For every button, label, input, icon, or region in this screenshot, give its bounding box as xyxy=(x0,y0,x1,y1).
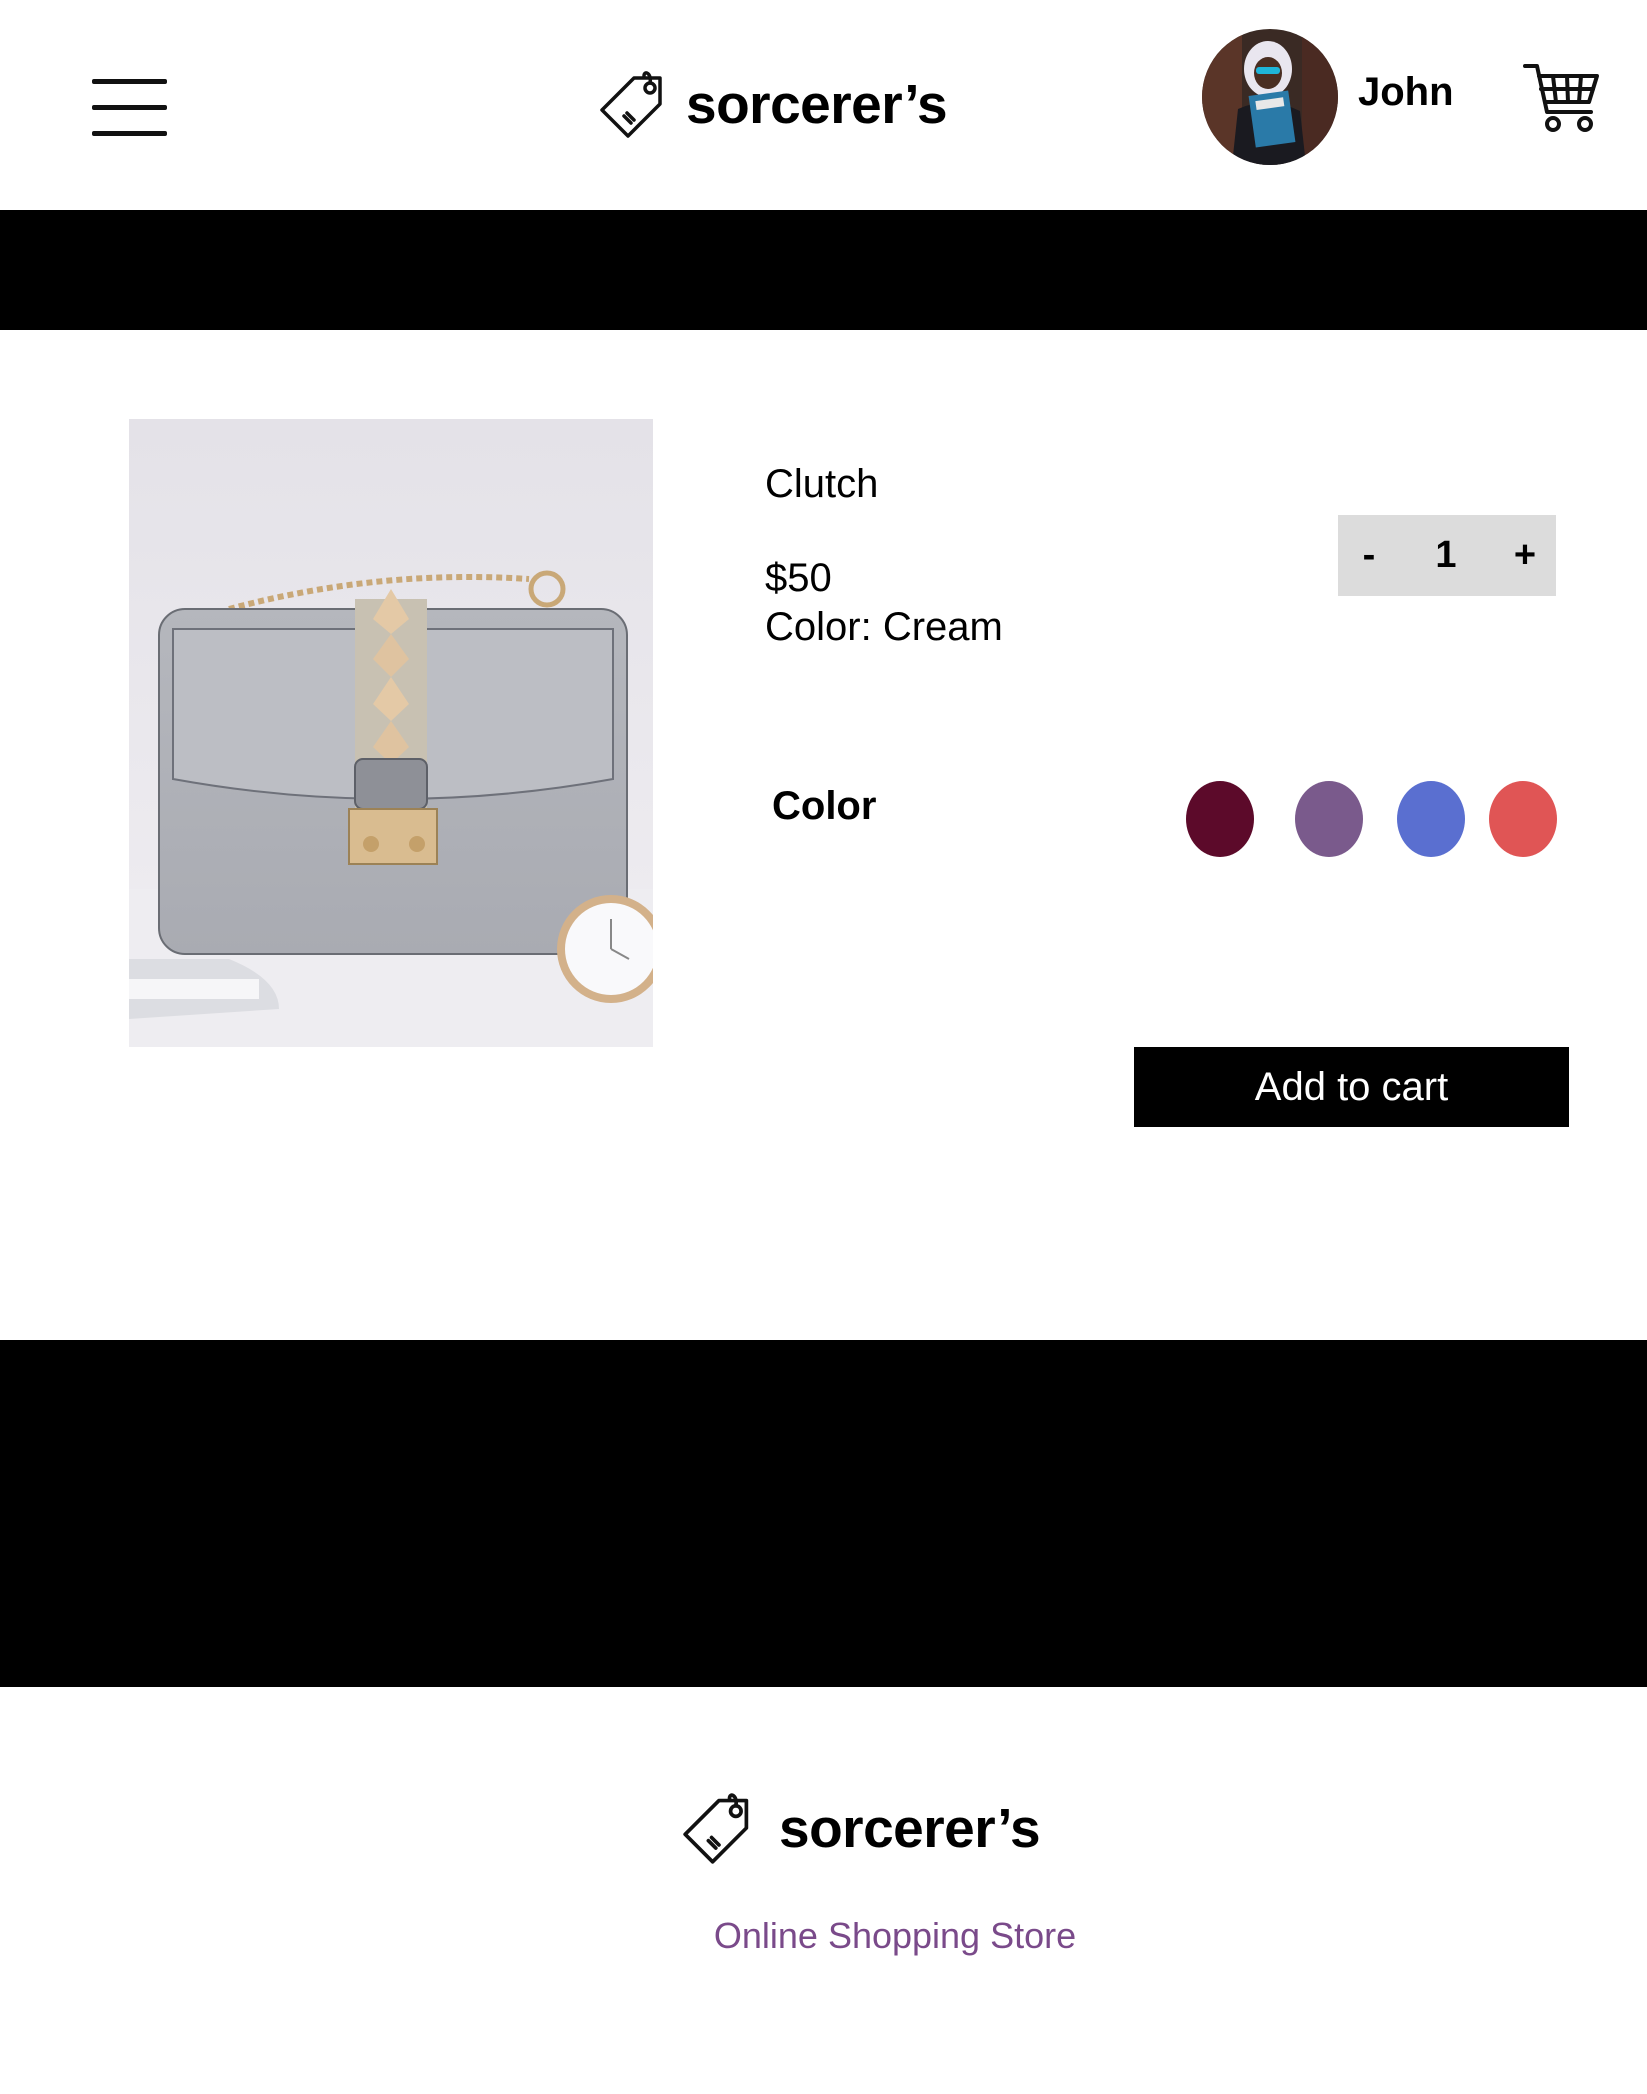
footer-tagline: Online Shopping Store xyxy=(713,1915,1077,1956)
increase-quantity-button[interactable]: + xyxy=(1502,515,1548,596)
cart-icon xyxy=(1523,64,1599,132)
decrease-quantity-button[interactable]: - xyxy=(1346,515,1392,596)
logo-text: sorcerer’s xyxy=(686,73,948,135)
product-color: Color: Cream xyxy=(765,605,1003,649)
product-image xyxy=(129,419,653,1047)
footer-logo-text: sorcerer’s xyxy=(779,1797,1041,1859)
product-name: Clutch xyxy=(765,462,879,506)
price-tag-icon xyxy=(600,71,662,138)
header-logo[interactable]: sorcerer’s xyxy=(600,68,948,140)
avatar-image xyxy=(1202,29,1338,165)
user-avatar[interactable] xyxy=(1202,29,1338,165)
top-banner-bar xyxy=(0,210,1647,330)
footer-logo[interactable]: sorcerer’s xyxy=(683,1790,1041,1866)
bottom-banner-bar xyxy=(0,1340,1647,1687)
price-tag-icon xyxy=(683,1793,749,1864)
quantity-stepper: - 1 + xyxy=(1338,515,1556,596)
username[interactable]: John xyxy=(1358,70,1454,115)
color-swatch-red[interactable] xyxy=(1489,781,1557,857)
quantity-value: 1 xyxy=(1435,534,1457,576)
hamburger-menu-icon[interactable] xyxy=(92,79,167,137)
color-swatch-blue[interactable] xyxy=(1397,781,1465,857)
color-swatch-maroon[interactable] xyxy=(1186,781,1254,857)
color-swatch-purple[interactable] xyxy=(1295,781,1363,857)
add-to-cart-button[interactable]: Add to cart xyxy=(1134,1047,1569,1127)
shopping-cart-icon[interactable] xyxy=(1523,62,1601,134)
color-section-label: Color xyxy=(772,784,877,828)
product-price: $50 xyxy=(765,556,832,600)
